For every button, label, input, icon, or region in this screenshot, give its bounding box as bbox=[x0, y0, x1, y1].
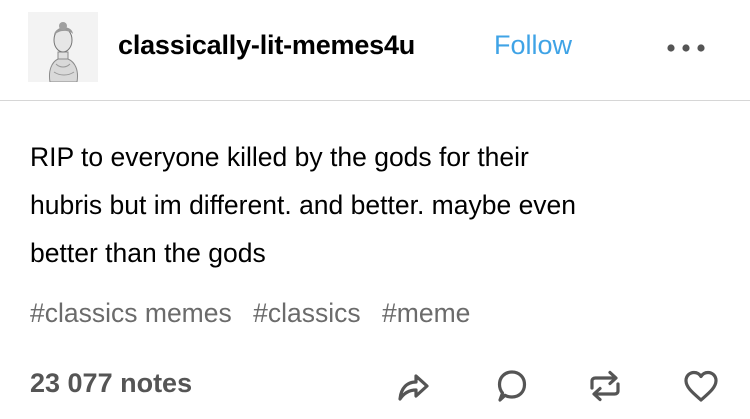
tag-classics[interactable]: #classics bbox=[253, 298, 361, 328]
statue-bust-icon bbox=[28, 12, 98, 82]
post-footer: 23 077 notes bbox=[0, 360, 750, 410]
like-button[interactable] bbox=[681, 366, 721, 406]
notes-count[interactable]: 23 077 notes bbox=[30, 368, 192, 399]
share-icon bbox=[398, 374, 429, 401]
tag-meme[interactable]: #meme bbox=[382, 298, 470, 328]
more-options-button[interactable] bbox=[662, 38, 710, 58]
like-icon bbox=[684, 370, 718, 402]
post-header: classically-lit-memes4u Follow bbox=[0, 0, 750, 100]
more-horizontal-icon bbox=[667, 44, 705, 52]
share-button[interactable] bbox=[392, 366, 432, 406]
reply-icon bbox=[497, 370, 527, 402]
blog-name[interactable]: classically-lit-memes4u bbox=[118, 30, 415, 61]
reblog-icon bbox=[590, 370, 620, 402]
reply-button[interactable] bbox=[491, 366, 531, 406]
tag-list: #classics memes #classics #meme bbox=[30, 298, 484, 329]
avatar[interactable] bbox=[28, 12, 98, 82]
follow-button[interactable]: Follow bbox=[494, 30, 572, 61]
header-divider bbox=[0, 100, 750, 101]
tag-classics-memes[interactable]: #classics memes bbox=[30, 298, 232, 328]
reblog-button[interactable] bbox=[585, 366, 625, 406]
post-body-text: RIP to everyone killed by the gods for t… bbox=[30, 142, 577, 268]
